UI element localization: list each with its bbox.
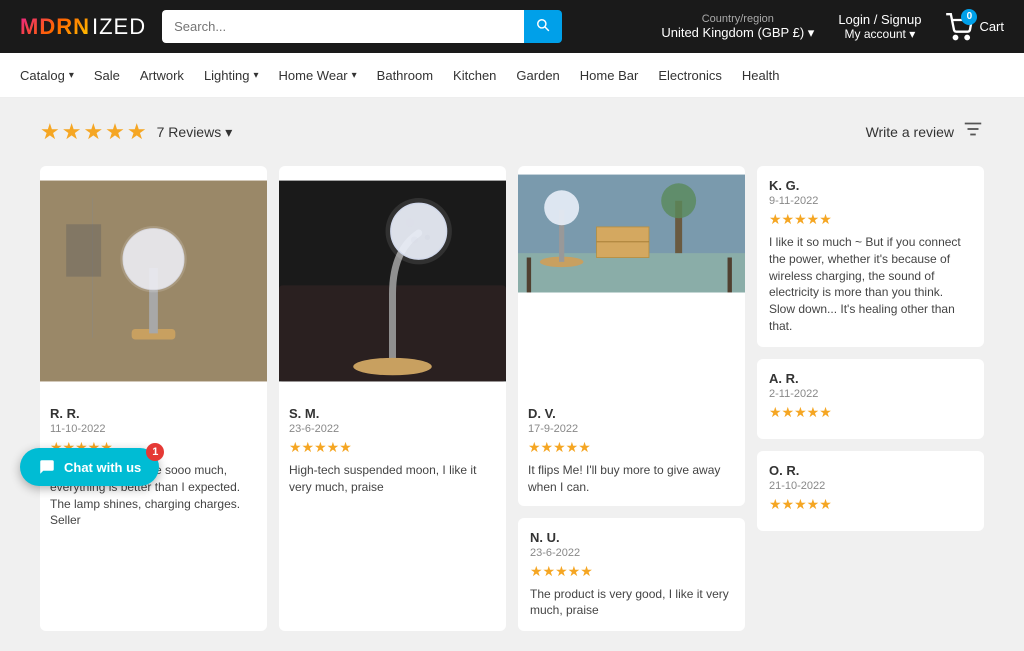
navigation: Catalog ▾ Sale Artwork Lighting ▾ Home W… [0,53,1024,98]
nav-catalog[interactable]: Catalog ▾ [20,68,74,83]
nav-kitchen[interactable]: Kitchen [453,68,496,83]
nav-electronics[interactable]: Electronics [658,68,722,83]
right-column: K. G. 9-11-2022 ★★★★★ I like it so much … [757,166,984,631]
review-card-ar: A. R. 2-11-2022 ★★★★★ [757,359,984,439]
review-text-sm: High-tech suspended moon, I like it very… [289,462,496,496]
cart-label: Cart [979,19,1004,34]
nav-sale[interactable]: Sale [94,68,120,83]
search-button[interactable] [524,10,562,43]
filter-icon[interactable] [962,118,984,146]
nav-garden[interactable]: Garden [516,68,559,83]
review-date-or: 21-10-2022 [769,480,972,492]
country-label: Country/region [661,13,814,25]
nav-lighting[interactable]: Lighting ▾ [204,68,259,83]
review-grid: R. R. 11-10-2022 ★★★★★ It's just a bomb!… [40,166,984,631]
lighting-dropdown-arrow: ▾ [253,70,258,81]
search-bar [162,10,562,43]
review-body-sm: S. M. 23-6-2022 ★★★★★ High-tech suspende… [279,396,506,506]
search-input[interactable] [162,10,524,43]
cart-icon: 0 [945,13,973,41]
review-card-sm: S. M. 23-6-2022 ★★★★★ High-tech suspende… [279,166,506,631]
review-count[interactable]: 7 Reviews ▾ [157,124,233,141]
main-content: ★★★★★ 7 Reviews ▾ Write a review [0,98,1024,651]
review-card-kg: K. G. 9-11-2022 ★★★★★ I like it so much … [757,166,984,347]
login-label: Login / Signup [838,12,921,27]
col-dv-nu: D. V. 17-9-2022 ★★★★★ It flips Me! I'll … [518,166,745,631]
review-stars-or: ★★★★★ [769,496,972,513]
chat-button[interactable]: Chat with us 1 [20,448,159,486]
review-date-kg: 9-11-2022 [769,195,972,207]
review-photo-sm [279,166,506,396]
review-card-or: O. R. 21-10-2022 ★★★★★ [757,451,984,531]
review-stars-kg: ★★★★★ [769,211,972,228]
review-card-nu: N. U. 23-6-2022 ★★★★★ The product is ver… [518,518,745,632]
review-card-rr: R. R. 11-10-2022 ★★★★★ It's just a bomb!… [40,166,267,631]
review-body-dv: D. V. 17-9-2022 ★★★★★ It flips Me! I'll … [518,396,745,506]
cart-badge: 0 [961,9,977,25]
logo-ized: IZED [92,14,146,40]
write-review-group: Write a review [866,118,984,146]
review-date-nu: 23-6-2022 [530,547,733,559]
nav-homewear[interactable]: Home Wear ▾ [279,68,357,83]
review-text-kg: I like it so much ~ But if you connect t… [769,234,972,335]
login-signup[interactable]: Login / Signup My account ▾ [838,12,921,41]
cart-button[interactable]: 0 Cart [945,13,1004,41]
nav-bathroom[interactable]: Bathroom [377,68,433,83]
nav-health[interactable]: Health [742,68,780,83]
review-stars-nu: ★★★★★ [530,563,733,580]
logo-mdrn: MDRN [20,14,90,40]
review-card-dv: D. V. 17-9-2022 ★★★★★ It flips Me! I'll … [518,166,745,506]
country-value[interactable]: United Kingdom (GBP £) ▾ [661,25,814,41]
summary-stars: ★★★★★ [40,119,149,145]
chat-label: Chat with us [64,460,141,475]
write-review-button[interactable]: Write a review [866,124,954,140]
reviewer-name-kg: K. G. [769,178,972,193]
reviewer-name-nu: N. U. [530,530,733,545]
review-stars-sm: ★★★★★ [289,439,496,456]
catalog-dropdown-arrow: ▾ [69,70,74,81]
reviews-header: ★★★★★ 7 Reviews ▾ Write a review [40,118,984,146]
stars-summary: ★★★★★ 7 Reviews ▾ [40,119,232,145]
review-photo-dv [518,166,745,396]
nav-artwork[interactable]: Artwork [140,68,184,83]
reviewer-name-or: O. R. [769,463,972,478]
header: MDRN IZED Country/region United Kingdom … [0,0,1024,53]
header-right: Country/region United Kingdom (GBP £) ▾ … [661,12,1004,41]
review-photo-rr [40,166,267,396]
country-region[interactable]: Country/region United Kingdom (GBP £) ▾ [661,13,814,41]
reviewer-name-dv: D. V. [528,406,735,421]
review-date-rr: 11-10-2022 [50,423,257,435]
reviewer-name-ar: A. R. [769,371,972,386]
review-date-dv: 17-9-2022 [528,423,735,435]
homewear-dropdown-arrow: ▾ [352,70,357,81]
nav-homebar[interactable]: Home Bar [580,68,639,83]
review-stars-dv: ★★★★★ [528,439,735,456]
review-text-dv: It flips Me! I'll buy more to give away … [528,462,735,496]
review-date-sm: 23-6-2022 [289,423,496,435]
reviewer-name-rr: R. R. [50,406,257,421]
review-date-ar: 2-11-2022 [769,388,972,400]
logo[interactable]: MDRN IZED [20,14,146,40]
account-label[interactable]: My account ▾ [838,27,921,41]
review-text-nu: The product is very good, I like it very… [530,586,733,620]
reviewer-name-sm: S. M. [289,406,496,421]
review-stars-ar: ★★★★★ [769,404,972,421]
